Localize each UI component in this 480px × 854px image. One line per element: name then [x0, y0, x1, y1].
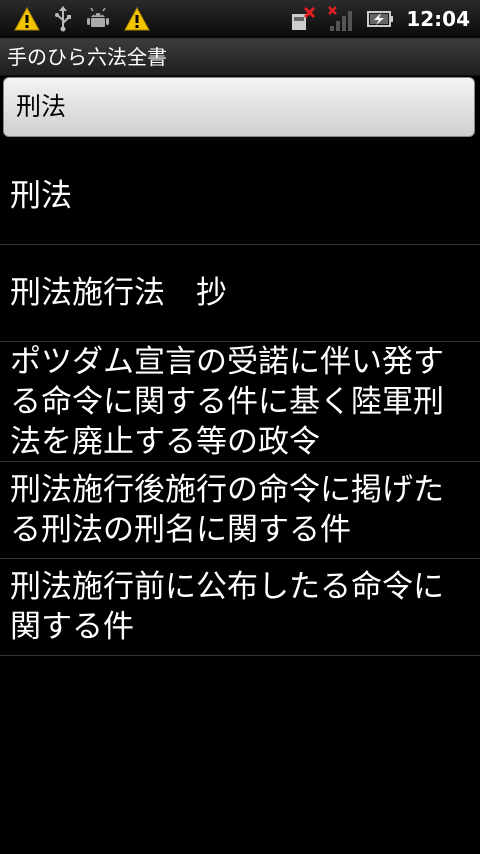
list-item-label: 刑法 [10, 178, 72, 214]
warning-icon[interactable] [14, 7, 40, 31]
list-item[interactable]: 刑法 [0, 148, 480, 245]
list-item[interactable]: 刑法施行法 抄 [0, 245, 480, 342]
android-debug-icon[interactable] [86, 7, 110, 31]
usb-icon[interactable] [54, 6, 72, 32]
list-item-label: ポツダム宣言の受諾に伴い発する命令に関する件に基く陸軍刑法を廃止する等の政令 [10, 344, 444, 460]
system-indicators: 12:04 [290, 4, 470, 34]
spinner-selected-value: 刑法 [16, 92, 67, 121]
list-item[interactable]: 刑法施行後施行の命令に掲げたる刑法の刑名に関する件 [0, 462, 480, 559]
app-title-bar: 手のひら六法全書 [0, 39, 480, 76]
sim-error-icon [292, 6, 316, 30]
warning-icon[interactable] [124, 7, 150, 31]
battery-charging-icon [367, 11, 394, 27]
status-clock: 12:04 [406, 7, 470, 31]
law-category-spinner[interactable]: 刑法 [3, 77, 475, 137]
list-item[interactable]: 刑法施行前に公布したる命令に関する件 [0, 559, 480, 656]
status-bar: 12:04 [0, 0, 480, 39]
notification-icons [14, 6, 150, 32]
list-item[interactable]: ポツダム宣言の受諾に伴い発する命令に関する件に基く陸軍刑法を廃止する等の政令 [0, 342, 480, 462]
list-item-label: 刑法施行後施行の命令に掲げたる刑法の刑名に関する件 [10, 472, 444, 548]
app-title: 手のひら六法全書 [7, 45, 167, 69]
list-item-label: 刑法施行法 抄 [10, 275, 227, 311]
law-list: 刑法 刑法施行法 抄 ポツダム宣言の受諾に伴い発する命令に関する件に基く陸軍刑法… [0, 148, 480, 656]
list-item-label: 刑法施行前に公布したる命令に関する件 [10, 569, 444, 645]
signal-icon [328, 6, 353, 31]
